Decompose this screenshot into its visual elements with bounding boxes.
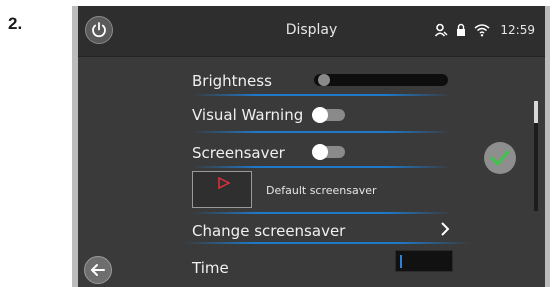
header-bar: Display 12:59 bbox=[78, 6, 545, 57]
toggle-knob bbox=[312, 107, 328, 123]
visual-warning-row: Visual Warning bbox=[192, 100, 392, 128]
lock-icon bbox=[457, 23, 466, 36]
divider bbox=[192, 166, 452, 168]
time-row: Time bbox=[192, 253, 292, 281]
text-cursor bbox=[400, 255, 402, 268]
user-icon bbox=[435, 23, 448, 37]
device-frame: Display 12:59 Brightness Visual Warning … bbox=[72, 6, 550, 287]
step-number: 2. bbox=[8, 14, 23, 33]
brightness-slider-knob[interactable] bbox=[318, 74, 330, 86]
divider bbox=[192, 131, 452, 133]
back-arrow-icon bbox=[91, 264, 105, 276]
screensaver-row: Screensaver bbox=[192, 138, 392, 166]
status-bar: 12:59 bbox=[434, 20, 535, 40]
brightness-label: Brightness bbox=[192, 72, 272, 90]
screensaver-thumbnail[interactable] bbox=[192, 171, 252, 208]
divider bbox=[192, 94, 452, 96]
wifi-icon bbox=[474, 24, 490, 37]
divider bbox=[192, 212, 452, 214]
screensaver-name: Default screensaver bbox=[266, 184, 377, 197]
divider bbox=[182, 242, 472, 244]
display-screen: Display 12:59 Brightness Visual Warning … bbox=[78, 6, 545, 287]
change-screensaver-row[interactable]: Change screensaver bbox=[192, 216, 462, 244]
visual-warning-label: Visual Warning bbox=[192, 106, 304, 124]
brightness-slider[interactable] bbox=[314, 74, 448, 86]
toggle-knob bbox=[312, 144, 328, 160]
time-input[interactable] bbox=[395, 250, 453, 272]
confirm-button[interactable] bbox=[484, 142, 516, 174]
checkmark-icon bbox=[490, 150, 510, 166]
scrollbar[interactable] bbox=[534, 101, 538, 211]
screensaver-label: Screensaver bbox=[192, 144, 285, 162]
screensaver-toggle[interactable] bbox=[312, 144, 345, 160]
visual-warning-toggle[interactable] bbox=[312, 107, 345, 123]
time-label: Time bbox=[192, 259, 229, 277]
clock: 12:59 bbox=[500, 23, 535, 37]
scrollbar-thumb[interactable] bbox=[534, 101, 538, 123]
chevron-right-icon[interactable] bbox=[440, 222, 450, 236]
back-button[interactable] bbox=[84, 256, 112, 284]
change-screensaver-label: Change screensaver bbox=[192, 222, 346, 240]
play-icon bbox=[218, 177, 231, 189]
